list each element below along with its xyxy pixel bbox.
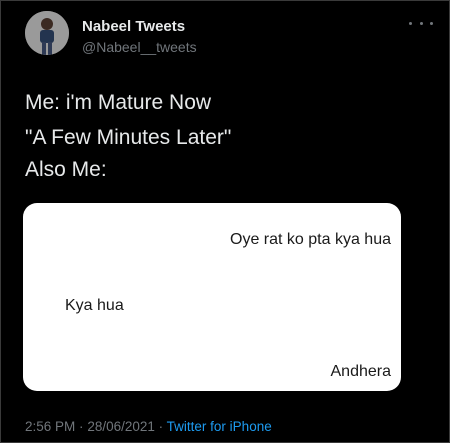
separator: · [79, 419, 84, 434]
chat-message: Oye rat ko pta kya hua [230, 231, 391, 248]
profile-photo-icon [25, 11, 69, 55]
attached-image-card[interactable]: Oye rat ko pta kya hua Kya hua Andhera [23, 203, 401, 391]
tweet-text-line: Me: i'm Mature Now [25, 91, 212, 114]
dot [409, 21, 412, 25]
avatar[interactable] [25, 11, 69, 55]
tweet-text-line: Also Me: [25, 158, 107, 181]
more-options-icon[interactable] [409, 18, 433, 28]
chat-message: Andhera [330, 363, 392, 380]
tweet-time[interactable]: 2:56 PM [25, 419, 75, 434]
dot [430, 21, 433, 25]
tweet-source-link[interactable]: Twitter for iPhone [167, 419, 272, 434]
tweet-text-line: "A Few Minutes Later" [25, 126, 232, 149]
dot [419, 21, 423, 25]
tweet-meta: 2:56 PM · 28/06/2021 · Twitter for iPhon… [25, 419, 272, 434]
author-handle[interactable]: @Nabeel__tweets [82, 39, 197, 55]
author-name[interactable]: Nabeel Tweets [82, 18, 185, 35]
separator: · [158, 419, 164, 434]
chat-message: Kya hua [65, 297, 124, 314]
tweet-screenshot: Nabeel Tweets @Nabeel__tweets Me: i'm Ma… [0, 0, 450, 443]
tweet-date[interactable]: 28/06/2021 [87, 419, 155, 434]
